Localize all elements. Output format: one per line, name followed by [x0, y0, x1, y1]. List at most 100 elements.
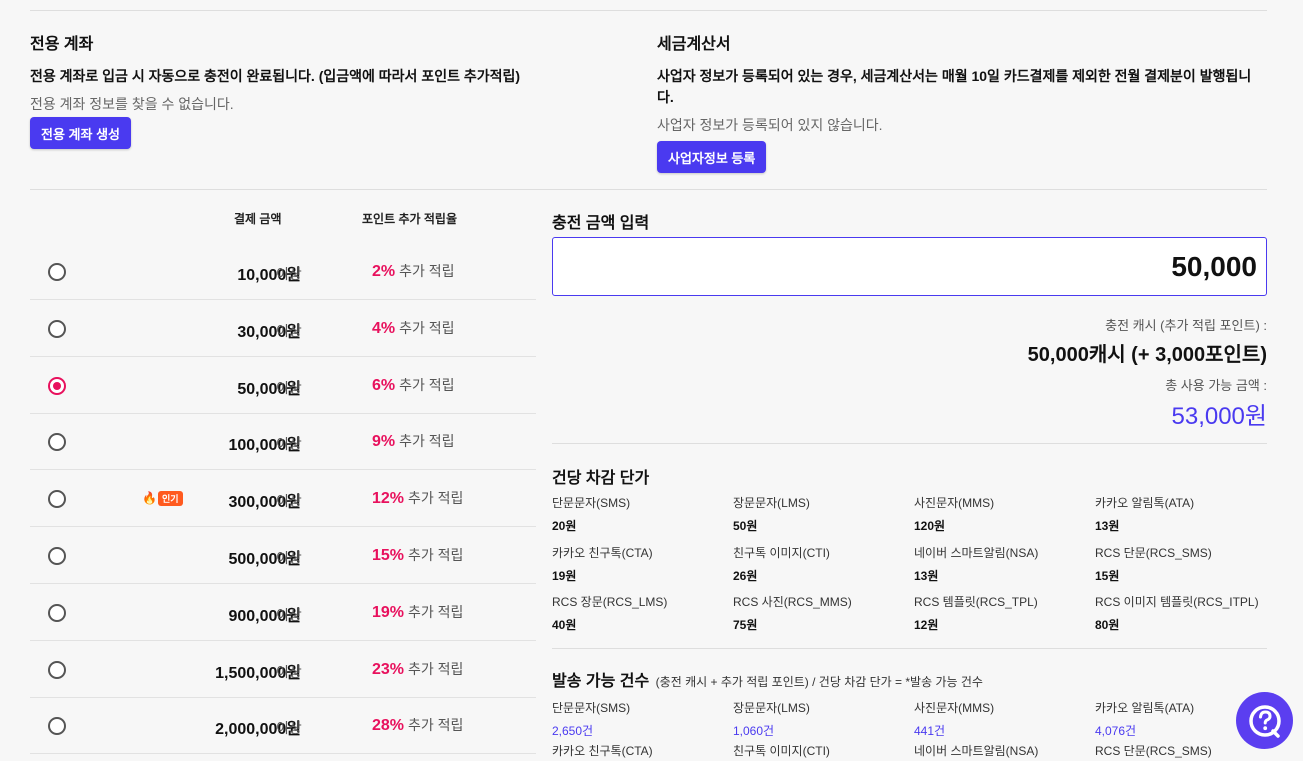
amount-radio[interactable] — [48, 717, 66, 736]
amount-row[interactable]: 2,000,000원 이상 28% 추가 적립 — [30, 698, 536, 755]
send-count-title: 발송 가능 건수 — [552, 673, 650, 690]
grid-cell: 카카오 친구톡(CTA) — [552, 742, 733, 761]
cell-value: 50원 — [733, 519, 758, 533]
amount-radio[interactable] — [48, 433, 66, 452]
amount-row[interactable]: 🔥 인기 300,000원 이상 12% 추가 적립 — [30, 471, 536, 528]
tax-desc-line1: 사업자 정보가 등록되어 있는 경우, 세금계산서는 매월 10일 카드결제를 … — [657, 68, 1252, 84]
amount-row[interactable]: 50,000원 이상 6% 추가 적립 — [30, 358, 536, 414]
grid-cell: RCS 장문(RCS_LMS) 40원 — [552, 593, 733, 633]
cell-value: 19원 — [552, 568, 577, 583]
amount-suffix: 이상 — [276, 436, 302, 453]
unit-price-title: 건당 차감 단가 — [552, 470, 650, 487]
top-divider — [30, 10, 1267, 11]
amount-radio[interactable] — [48, 319, 66, 338]
amount-suffix: 이상 — [276, 663, 302, 680]
grid-cell: 단문문자(SMS) 20원 — [552, 494, 733, 534]
charge-title: 충전 금액 입력 — [552, 215, 650, 232]
rate-percent: 2% — [372, 263, 396, 280]
total-label: 총 사용 가능 금액 : — [1165, 378, 1267, 393]
rate-percent: 9% — [372, 433, 396, 451]
amount-suffix: 이상 — [276, 379, 302, 396]
rate-value: 4% 추가 적립 — [372, 318, 455, 338]
tax-title: 세금계산서 — [657, 36, 731, 53]
cell-name: 카카오 친구톡(CTA) — [552, 744, 653, 758]
send-count-header: 발송 가능 건수 (충전 캐시 + 추가 적립 포인트) / 건당 차감 단가 … — [552, 667, 983, 691]
amount-row[interactable]: 900,000원 이상 19% 추가 적립 — [30, 585, 536, 641]
rate-value: 23% 추가 적립 — [372, 659, 463, 679]
amount-radio[interactable] — [48, 376, 66, 395]
register-business-button[interactable]: 사업자정보 등록 — [657, 141, 767, 173]
hot-tag: 🔥 인기 — [142, 491, 183, 507]
rate-percent: 28% — [372, 717, 405, 735]
cell-value: 40원 — [552, 618, 577, 632]
rate-percent: 4% — [372, 319, 396, 337]
cell-name: 사진문자(MMS) — [914, 496, 995, 510]
amount-radio[interactable] — [48, 490, 66, 509]
amount-radio[interactable] — [48, 660, 66, 679]
rate-value: 19% 추가 적립 — [372, 602, 463, 622]
create-account-button[interactable]: 전용 계좌 생성 — [30, 117, 131, 149]
amount-row[interactable]: 100,000원 이상 9% 추가 적립 — [30, 414, 536, 471]
col-header-amount: 결제 금액 — [234, 212, 282, 226]
grid-cell: 친구톡 이미지(CTI) 26원 — [733, 544, 914, 584]
col-header-rate: 포인트 추가 적립율 — [362, 212, 457, 226]
cell-name: RCS 이미지 템플릿(RCS_ITPL) — [1095, 595, 1259, 609]
rate-suffix: 추가 적립 — [408, 603, 464, 620]
cell-value: 120원 — [914, 519, 946, 533]
account-desc: 전용 계좌로 입금 시 자동으로 충전이 완료됩니다. (입금액에 따라서 포인… — [30, 68, 521, 84]
cash-value: 50,000캐시 (+ 3,000포인트) — [1027, 344, 1267, 366]
charge-amount-input[interactable] — [552, 237, 1267, 296]
amount-suffix: 이상 — [276, 550, 302, 566]
cell-name: 친구톡 이미지(CTI) — [733, 744, 830, 758]
cell-name: RCS 단문(RCS_SMS) — [1095, 545, 1212, 560]
grid-cell: 친구톡 이미지(CTI) — [733, 742, 914, 761]
rate-value: 28% 추가 적립 — [372, 715, 463, 735]
rate-percent: 19% — [372, 603, 405, 621]
price-divider — [552, 443, 1267, 444]
tax-status: 사업자 정보가 등록되어 있지 않습니다. — [657, 117, 883, 133]
amount-suffix: 이상 — [276, 720, 302, 737]
amount-row[interactable]: 500,000원 이상 15% 추가 적립 — [30, 528, 536, 584]
rate-suffix: 추가 적립 — [399, 319, 455, 336]
grid-cell: RCS 단문(RCS_SMS) 15원 — [1095, 544, 1276, 584]
grid-cell: 장문문자(LMS) 1,060건 — [733, 699, 914, 739]
cell-value: 26원 — [733, 568, 758, 583]
send-count-formula: (충전 캐시 + 추가 적립 포인트) / 건당 차감 단가 = *발송 가능 … — [655, 675, 983, 689]
grid-cell: RCS 템플릿(RCS_TPL) 12원 — [914, 593, 1095, 633]
cell-name: 네이버 스마트알림(NSA) — [914, 744, 1039, 758]
mid-divider — [30, 189, 1267, 190]
grid-cell: 단문문자(SMS) 2,650건 — [552, 699, 733, 739]
amount-row[interactable]: 10,000원 이상 2% 추가 적립 — [30, 244, 536, 300]
amount-row[interactable]: 30,000원 이상 4% 추가 적립 — [30, 301, 536, 357]
fire-icon: 🔥 — [142, 491, 157, 506]
grid-cell: 사진문자(MMS) 120원 — [914, 494, 1095, 534]
rate-suffix: 추가 적립 — [408, 490, 464, 507]
amount-row[interactable]: 1,500,000원 이상 23% 추가 적립 — [30, 642, 536, 698]
amount-radio[interactable] — [48, 547, 66, 565]
cell-value: 1,060건 — [733, 724, 775, 738]
cell-value: 441건 — [914, 724, 946, 738]
rate-percent: 6% — [372, 376, 396, 394]
amount-radio[interactable] — [48, 263, 66, 281]
help-button[interactable] — [1236, 692, 1293, 749]
grid-cell: 카카오 알림톡(ATA) 13원 — [1095, 494, 1276, 534]
grid-cell: RCS 사진(RCS_MMS) 75원 — [733, 593, 914, 633]
grid-cell: RCS 이미지 템플릿(RCS_ITPL) 80원 — [1095, 593, 1276, 633]
rate-suffix: 추가 적립 — [399, 263, 455, 279]
amount-radio[interactable] — [48, 603, 66, 622]
amount-suffix: 이상 — [276, 266, 302, 282]
cell-value: 75원 — [733, 618, 758, 632]
rate-value: 6% 추가 적립 — [372, 375, 455, 395]
rate-value: 15% 추가 적립 — [372, 545, 463, 565]
rate-suffix: 추가 적립 — [408, 717, 464, 734]
rate-suffix: 추가 적립 — [399, 433, 455, 450]
cell-name: 네이버 스마트알림(NSA) — [914, 545, 1039, 560]
cell-name: 단문문자(SMS) — [552, 496, 631, 510]
rate-percent: 12% — [372, 490, 405, 508]
cell-value: 15원 — [1095, 568, 1120, 583]
grid-cell: 네이버 스마트알림(NSA) — [914, 742, 1095, 761]
cell-name: 사진문자(MMS) — [914, 701, 995, 715]
rate-suffix: 추가 적립 — [399, 376, 455, 393]
cell-value: 2,650건 — [552, 724, 594, 738]
hot-badge: 인기 — [158, 491, 183, 507]
